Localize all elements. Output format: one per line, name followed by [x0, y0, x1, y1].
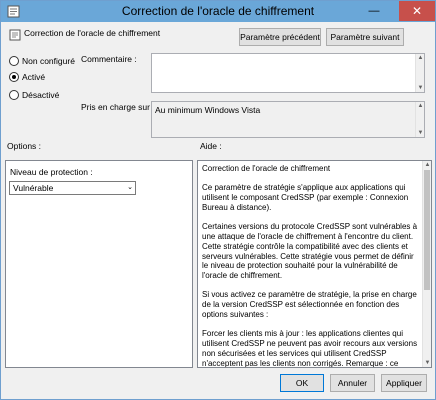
options-section-label: Options : — [7, 141, 42, 151]
protection-level-value: Vulnérable — [13, 183, 54, 193]
chevron-down-icon[interactable]: ⌄ — [127, 182, 133, 194]
radio-circle-selected[interactable] — [9, 72, 19, 82]
next-setting-button[interactable]: Paramètre suivant — [326, 28, 404, 46]
policy-dialog: Correction de l'oracle de chiffrement — … — [0, 0, 436, 400]
scroll-down-icon[interactable]: ▼ — [417, 84, 424, 92]
scroll-up-icon[interactable]: ▲ — [424, 161, 431, 169]
comment-scrollbar[interactable]: ▲ ▼ — [415, 54, 424, 92]
radio-enabled[interactable]: Activé — [9, 72, 45, 82]
scroll-thumb[interactable] — [424, 170, 430, 290]
setting-icon — [9, 29, 21, 41]
supported-on-label: Pris en charge sur : — [81, 102, 155, 112]
help-scrollbar[interactable]: ▲ ▼ — [422, 161, 431, 367]
protection-level-select[interactable]: Vulnérable ⌄ — [9, 181, 136, 195]
supported-on-field: Au minimum Windows Vista ▲ ▼ — [151, 101, 425, 138]
comment-textarea[interactable]: ▲ ▼ — [151, 53, 425, 93]
title-bar[interactable]: Correction de l'oracle de chiffrement — … — [1, 1, 435, 22]
scroll-up-icon[interactable]: ▲ — [417, 102, 424, 110]
help-paragraph: Ce paramètre de stratégie s'applique aux… — [202, 183, 409, 212]
apply-button[interactable]: Appliquer — [381, 374, 427, 392]
radio-circle[interactable] — [9, 90, 19, 100]
supported-on-value: Au minimum Windows Vista — [155, 105, 261, 115]
radio-label: Activé — [22, 72, 46, 82]
supported-scrollbar[interactable]: ▲ ▼ — [415, 102, 424, 137]
help-panel: Correction de l'oracle de chiffrement Ce… — [197, 160, 432, 368]
help-text: Correction de l'oracle de chiffrement Ce… — [202, 164, 420, 368]
radio-label: Désactivé — [22, 90, 60, 100]
policy-name: Correction de l'oracle de chiffrement — [24, 28, 161, 38]
radio-not-configured[interactable]: Non configuré — [9, 56, 75, 66]
help-paragraph: Correction de l'oracle de chiffrement — [202, 164, 331, 173]
options-panel: Niveau de protection : Vulnérable ⌄ — [5, 160, 193, 368]
help-section-label: Aide : — [200, 141, 222, 151]
radio-circle[interactable] — [9, 56, 19, 66]
radio-label: Non configuré — [22, 56, 75, 66]
close-button[interactable]: ✕ — [399, 1, 435, 21]
scroll-down-icon[interactable]: ▼ — [424, 359, 431, 367]
help-paragraph: Certaines versions du protocole CredSSP … — [202, 222, 418, 281]
radio-disabled[interactable]: Désactivé — [9, 90, 59, 100]
cancel-button[interactable]: Annuler — [330, 374, 375, 392]
scroll-up-icon[interactable]: ▲ — [417, 54, 424, 62]
help-paragraph: Si vous activez ce paramètre de stratégi… — [202, 290, 417, 320]
previous-setting-button[interactable]: Paramètre précédent — [239, 28, 321, 46]
help-paragraph: Forcer les clients mis à jour : les appl… — [202, 329, 418, 368]
scroll-down-icon[interactable]: ▼ — [417, 129, 424, 137]
protection-level-label: Niveau de protection : — [10, 167, 93, 177]
comment-label: Commentaire : — [81, 54, 137, 64]
ok-button[interactable]: OK — [280, 374, 324, 392]
minimize-button[interactable]: — — [361, 1, 387, 21]
